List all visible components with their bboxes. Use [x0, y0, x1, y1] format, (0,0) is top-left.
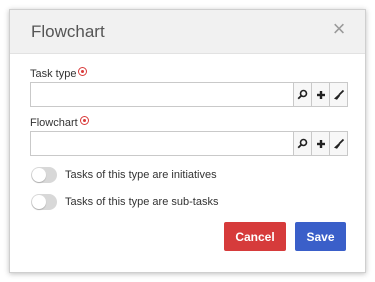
- flowchart-input[interactable]: [30, 131, 294, 156]
- dialog-title: Flowchart: [31, 22, 105, 41]
- flowchart-add-button[interactable]: [312, 131, 330, 156]
- initiatives-toggle-row: Tasks of this type are initiatives: [31, 166, 217, 184]
- toggle-knob: [32, 168, 46, 182]
- task-type-search-button[interactable]: [294, 82, 312, 107]
- dialog-header: Flowchart ×: [10, 10, 365, 54]
- flowchart-search-button[interactable]: [294, 131, 312, 156]
- search-icon: [297, 89, 308, 100]
- required-icon: [78, 66, 88, 76]
- initiatives-toggle[interactable]: [31, 167, 57, 183]
- search-icon: [297, 138, 308, 149]
- initiatives-toggle-label: Tasks of this type are initiatives: [65, 169, 217, 181]
- subtasks-toggle[interactable]: [31, 194, 57, 210]
- plus-icon: [316, 90, 325, 99]
- task-type-row: [30, 82, 348, 107]
- flowchart-row: [30, 131, 348, 156]
- task-type-input[interactable]: [30, 82, 294, 107]
- cancel-button[interactable]: Cancel: [224, 222, 286, 251]
- close-icon[interactable]: ×: [329, 18, 349, 40]
- flowchart-dialog: Flowchart × Task type Flowchart Tasks of…: [9, 9, 366, 273]
- flowchart-label-text: Flowchart: [30, 117, 78, 129]
- clear-brush-icon: [333, 138, 344, 149]
- flowchart-label: Flowchart: [30, 115, 89, 129]
- flowchart-clear-button[interactable]: [330, 131, 348, 156]
- task-type-clear-button[interactable]: [330, 82, 348, 107]
- required-icon: [79, 115, 89, 125]
- subtasks-toggle-label: Tasks of this type are sub-tasks: [65, 196, 219, 208]
- task-type-label: Task type: [30, 66, 88, 80]
- task-type-label-text: Task type: [30, 68, 77, 80]
- clear-brush-icon: [333, 89, 344, 100]
- plus-icon: [316, 139, 325, 148]
- task-type-add-button[interactable]: [312, 82, 330, 107]
- save-button[interactable]: Save: [295, 222, 346, 251]
- toggle-knob: [32, 195, 46, 209]
- subtasks-toggle-row: Tasks of this type are sub-tasks: [31, 193, 218, 211]
